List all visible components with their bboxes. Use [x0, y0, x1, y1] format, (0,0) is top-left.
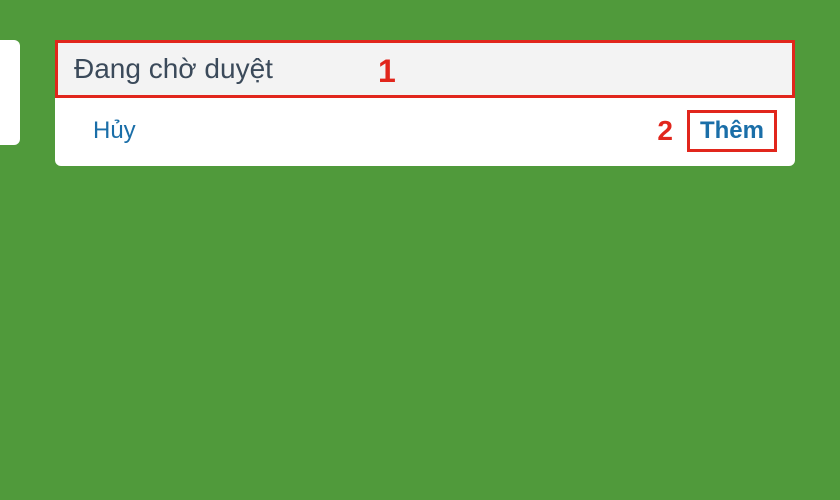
cancel-button[interactable]: Hủy	[93, 117, 136, 145]
dialog-card: 1 Hủy 2 Thêm	[55, 40, 795, 166]
adjacent-card-edge	[0, 40, 20, 145]
add-button-group: 2 Thêm	[657, 110, 777, 152]
actions-row: Hủy 2 Thêm	[55, 98, 795, 166]
input-container: 1	[55, 40, 795, 98]
add-button[interactable]: Thêm	[687, 110, 777, 152]
status-text-input[interactable]	[74, 53, 776, 85]
annotation-step-2: 2	[657, 115, 673, 147]
